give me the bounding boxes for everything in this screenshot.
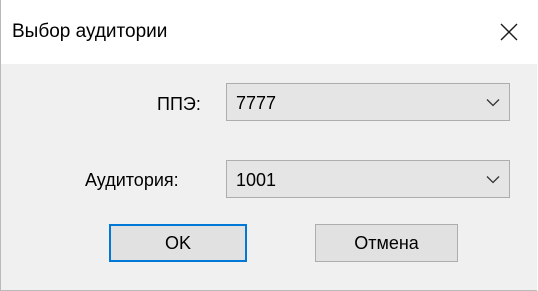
cancel-button[interactable]: Отмена — [315, 224, 458, 262]
dialog-window: Выбор аудитории ППЭ: 7777 Аудитория: 100… — [0, 0, 537, 291]
ok-button[interactable]: OK — [109, 224, 247, 262]
ppe-select[interactable]: 7777 — [226, 83, 510, 121]
dialog-body: ППЭ: 7777 Аудитория: 1001 OK Отмена — [1, 64, 537, 290]
close-button[interactable] — [481, 0, 537, 64]
chevron-down-icon — [486, 176, 500, 184]
room-select[interactable]: 1001 — [226, 160, 510, 198]
chevron-down-icon — [486, 99, 500, 107]
room-select-value: 1001 — [236, 170, 277, 190]
ppe-select-value: 7777 — [236, 93, 277, 113]
title-bar[interactable]: Выбор аудитории — [1, 0, 537, 64]
room-label: Аудитория: — [85, 170, 179, 190]
close-icon — [500, 23, 518, 41]
ppe-label: ППЭ: — [157, 94, 201, 114]
window-title: Выбор аудитории — [12, 21, 168, 42]
